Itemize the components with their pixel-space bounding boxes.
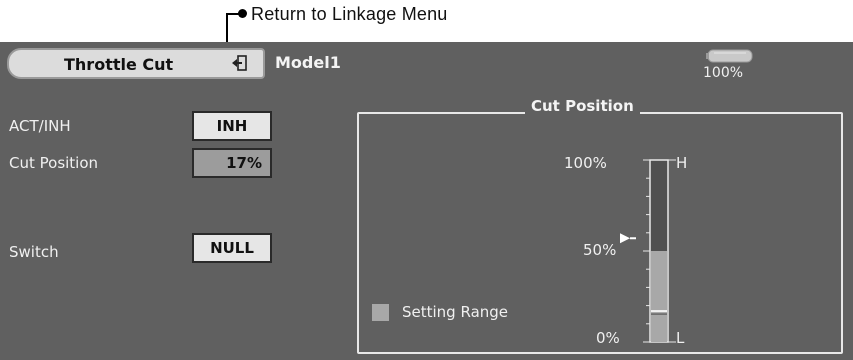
gauge-setting-range (651, 251, 667, 342)
stick-position-pointer-icon (620, 233, 630, 244)
cut-position-gauge (620, 159, 676, 343)
throttle-cut-screen: Throttle Cut Model1 100% ACT/INH INH Cut… (0, 42, 853, 360)
return-annotation-text: Return to Linkage Menu (251, 4, 448, 24)
annotation-area: Return to Linkage Menu (0, 0, 853, 54)
annotation-bullet (238, 9, 247, 18)
